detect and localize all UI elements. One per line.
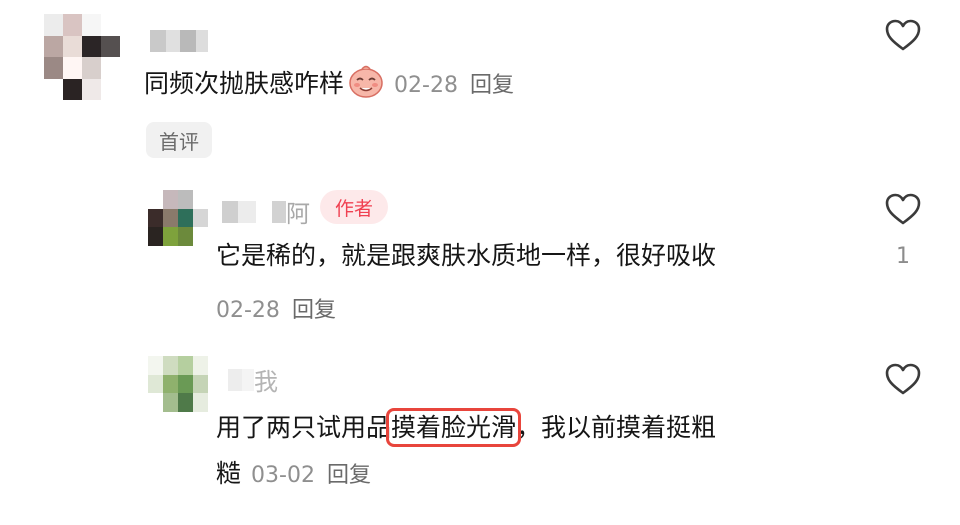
comment-text: 用了两只试用品摸着脸光滑，我以前摸着挺粗 — [216, 408, 717, 447]
heart-outline-icon[interactable] — [884, 362, 922, 396]
smirk-face-icon — [349, 65, 383, 98]
comment-meta: 02-28 回复 — [216, 292, 336, 324]
reply-button[interactable]: 回复 — [292, 298, 336, 323]
comment-date: 02-28 — [216, 298, 280, 323]
first-comment-tag: 首评 — [146, 122, 212, 158]
like-count: 1 — [896, 244, 910, 269]
comment-date: 02-28 — [394, 73, 458, 98]
reply-button[interactable]: 回复 — [327, 463, 371, 488]
author-badge: 作者 — [320, 190, 388, 224]
avatar[interactable] — [148, 356, 208, 412]
comment-text: 它是稀的，就是跟爽肤水质地一样，很好吸收 — [216, 241, 717, 270]
username[interactable]: 我 — [228, 362, 278, 397]
heart-outline-icon[interactable] — [884, 192, 922, 226]
comment-text: 同频次抛肤感咋样 02-28 回复 — [144, 64, 514, 104]
comment-date: 03-02 — [251, 463, 315, 488]
username[interactable] — [150, 30, 208, 52]
highlighted-phrase: 摸着脸光滑 — [386, 408, 522, 447]
heart-outline-icon[interactable] — [884, 18, 922, 52]
username[interactable]: 阿 — [222, 194, 310, 229]
avatar[interactable] — [148, 190, 208, 246]
avatar[interactable] — [44, 14, 120, 100]
reply-button[interactable]: 回复 — [470, 73, 514, 98]
comment-text-line2: 糙 03-02 回复 — [216, 459, 371, 488]
